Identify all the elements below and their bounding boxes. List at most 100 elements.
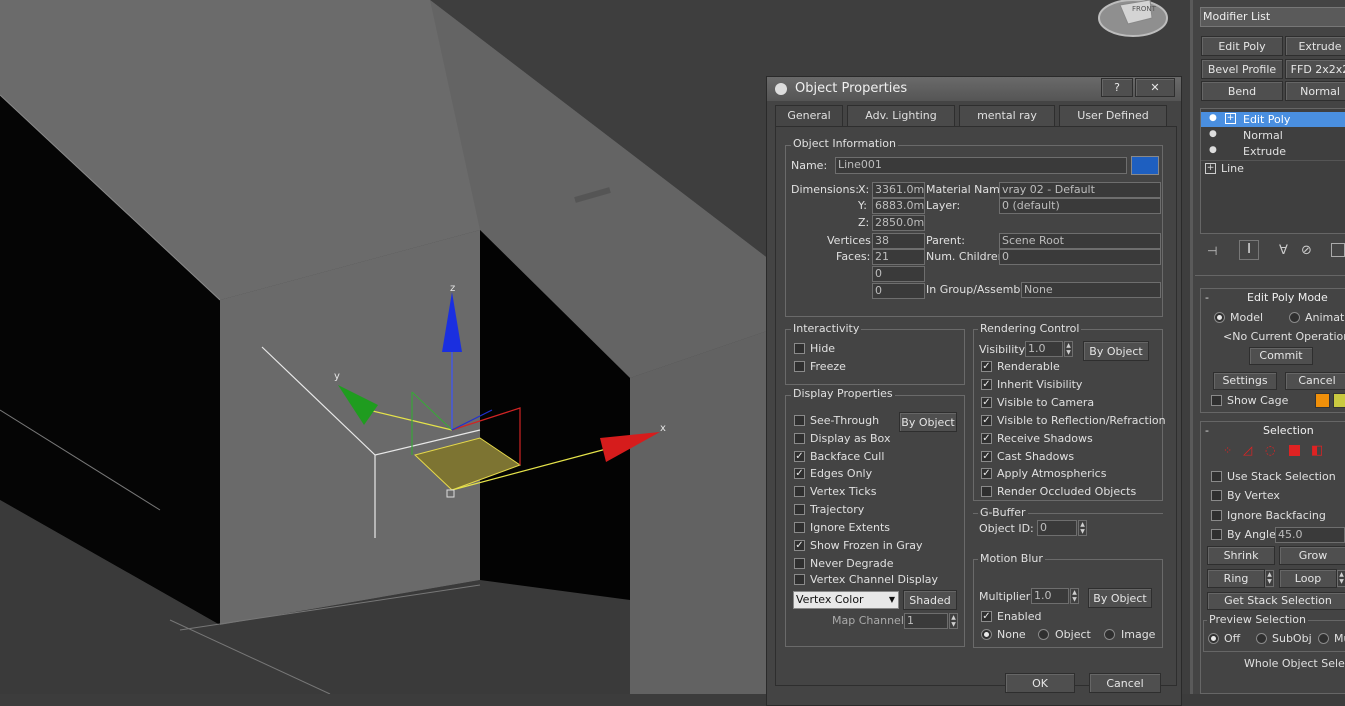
loop-button[interactable]: Loop [1279,569,1337,588]
display-by-object-button[interactable]: By Object [899,412,957,432]
rendering-by-object-button[interactable]: By Object [1083,341,1149,361]
preview-subobj-radio[interactable] [1256,633,1267,644]
ignore-extents-checkbox[interactable] [794,522,805,533]
modifier-bend-button[interactable]: Bend [1201,81,1283,101]
by-vertex-checkbox[interactable] [1211,490,1222,501]
use-stack-selection-checkbox[interactable] [1211,471,1222,482]
never-degrade-checkbox[interactable] [794,558,805,569]
dialog-titlebar[interactable]: Object Properties ? ✕ [767,77,1181,101]
motion-blur-by-object-button[interactable]: By Object [1088,588,1152,608]
inherit-visibility-checkbox[interactable]: ✓ [981,379,992,390]
cast-shadows-checkbox[interactable]: ✓ [981,451,992,462]
trajectory-checkbox[interactable] [794,504,805,515]
stack-item-extrude[interactable]: ● Extrude [1201,144,1345,159]
ring-spinner[interactable]: ▲ ▼ [1265,570,1274,587]
object-color-swatch[interactable] [1131,156,1159,175]
modifier-normal-button[interactable]: Normal [1285,81,1345,101]
modifier-ffd-button[interactable]: FFD 2x2x2 [1285,59,1345,79]
cage-color-swatch[interactable] [1315,393,1330,408]
ring-button[interactable]: Ring [1207,569,1265,588]
shrink-button[interactable]: Shrink [1207,546,1275,565]
preview-multi-radio[interactable] [1318,633,1329,644]
show-cage-checkbox[interactable] [1211,395,1222,406]
lightbulb-icon[interactable]: ● [1209,145,1217,155]
name-field[interactable]: Line001 [835,157,1127,174]
show-frozen-checkbox[interactable]: ✓ [794,540,805,551]
preview-off-radio[interactable] [1208,633,1219,644]
motion-blur-object-radio[interactable] [1038,629,1049,640]
expand-icon[interactable]: + [1205,163,1216,174]
freeze-checkbox[interactable] [794,361,805,372]
stack-item-edit-poly[interactable]: ● + Edit Poly [1201,112,1345,127]
border-mode-icon[interactable]: ◌ [1265,443,1275,457]
visible-to-reflection-checkbox[interactable]: ✓ [981,415,992,426]
tab-mental-ray[interactable]: mental ray [959,105,1055,127]
stack-item-line[interactable]: + Line [1201,160,1345,176]
help-button[interactable]: ? [1101,78,1133,97]
commit-button[interactable]: Commit [1249,347,1313,365]
remove-modifier-icon[interactable]: ⊘ [1301,243,1312,258]
vertex-ticks-checkbox[interactable] [794,486,805,497]
vertex-color-select[interactable]: Vertex Color ▼ [793,591,899,609]
cancel-button[interactable]: Cancel [1089,673,1161,693]
selection-title[interactable]: Selection [1263,424,1314,438]
configure-sets-icon[interactable] [1331,243,1345,257]
grow-button[interactable]: Grow [1279,546,1345,565]
multiplier-spinner[interactable]: ▲ ▼ [1070,588,1079,604]
motion-blur-image-radio[interactable] [1104,629,1115,640]
modifier-edit-poly-button[interactable]: Edit Poly [1201,36,1283,56]
element-mode-icon[interactable]: ◧ [1311,443,1323,458]
apply-atmospherics-checkbox[interactable]: ✓ [981,468,992,479]
multiplier-value[interactable]: 1.0 [1031,588,1069,604]
edit-poly-mode-title[interactable]: Edit Poly Mode [1247,291,1328,305]
visibility-value[interactable]: 1.0 [1025,341,1063,357]
receive-shadows-checkbox[interactable]: ✓ [981,433,992,444]
expand-icon[interactable]: + [1225,113,1236,124]
hide-checkbox[interactable] [794,343,805,354]
make-unique-icon[interactable]: ∀ [1279,243,1288,258]
object-id-spinner[interactable]: ▲ ▼ [1078,520,1087,536]
pin-stack-icon[interactable]: ⊣ [1207,244,1217,258]
modifier-bevel-profile-button[interactable]: Bevel Profile [1201,59,1283,79]
by-angle-value[interactable]: 45.0 [1275,527,1345,543]
object-id-value[interactable]: 0 [1037,520,1077,536]
cage-selected-color-swatch[interactable] [1333,393,1345,408]
viewcube-label[interactable]: FRONT [1132,2,1156,16]
lightbulb-icon[interactable]: ● [1209,129,1217,139]
edit-poly-cancel-button[interactable]: Cancel [1285,372,1345,390]
modifier-list-dropdown[interactable]: Modifier List [1200,7,1345,27]
tab-adv-lighting[interactable]: Adv. Lighting [847,105,955,127]
renderable-checkbox[interactable]: ✓ [981,361,992,372]
get-stack-selection-button[interactable]: Get Stack Selection [1207,592,1345,610]
polygon-mode-icon[interactable] [1289,445,1300,456]
tab-general[interactable]: General [775,105,843,127]
settings-button[interactable]: Settings [1213,372,1277,390]
backface-cull-checkbox[interactable]: ✓ [794,451,805,462]
map-channel-spinner[interactable]: ▲ ▼ [949,613,958,629]
edges-only-checkbox[interactable]: ✓ [794,468,805,479]
animate-radio[interactable] [1289,312,1300,323]
rollout-collapse-icon[interactable]: - [1205,291,1209,305]
vertex-mode-icon[interactable]: ⁘ [1223,444,1232,457]
motion-blur-enabled-checkbox[interactable]: ✓ [981,611,992,622]
loop-spinner[interactable]: ▲ ▼ [1337,570,1345,587]
model-radio[interactable] [1214,312,1225,323]
render-occluded-checkbox[interactable] [981,486,992,497]
see-through-checkbox[interactable] [794,415,805,426]
visibility-spinner[interactable]: ▲ ▼ [1064,341,1073,357]
shaded-button[interactable]: Shaded [903,590,957,610]
ignore-backfacing-checkbox[interactable] [1211,510,1222,521]
close-button[interactable]: ✕ [1135,78,1175,97]
display-as-box-checkbox[interactable] [794,433,805,444]
tab-user-defined[interactable]: User Defined [1059,105,1167,127]
stack-item-normal[interactable]: ● Normal [1201,128,1345,143]
modifier-extrude-button[interactable]: Extrude [1285,36,1345,56]
edge-mode-icon[interactable]: ◿ [1243,443,1252,457]
ok-button[interactable]: OK [1005,673,1075,693]
show-end-result-icon[interactable]: Ⅰ [1239,240,1259,260]
visible-to-camera-checkbox[interactable]: ✓ [981,397,992,408]
lightbulb-icon[interactable]: ● [1209,113,1217,123]
by-angle-checkbox[interactable] [1211,529,1222,540]
map-channel-value[interactable]: 1 [904,613,948,629]
vertex-channel-checkbox[interactable] [794,574,805,585]
